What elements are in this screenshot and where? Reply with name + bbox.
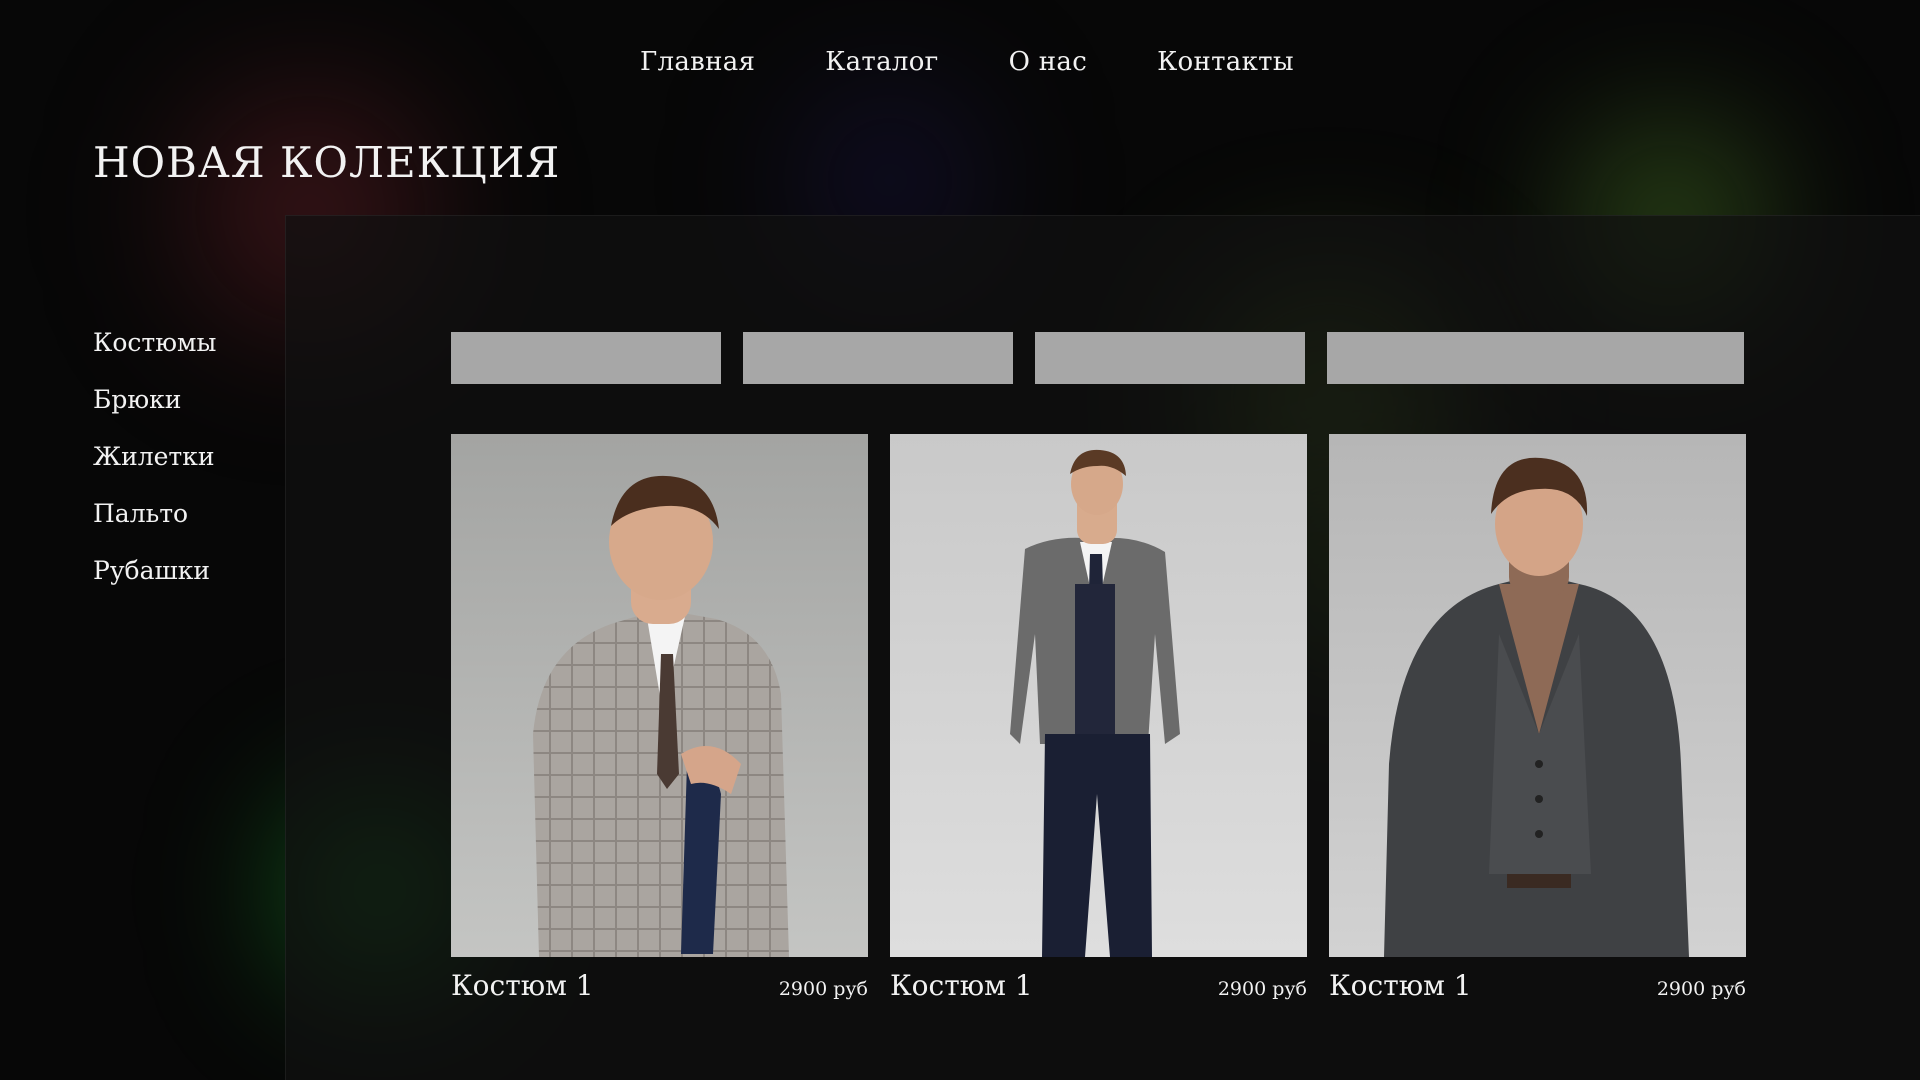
page-title: НОВАЯ КОЛЕКЦИЯ bbox=[93, 138, 561, 187]
product-name[interactable]: Костюм 1 bbox=[1329, 969, 1472, 1002]
nav-home[interactable]: Главная bbox=[640, 47, 755, 77]
product-meta: Костюм 1 2900 руб bbox=[890, 969, 1307, 1002]
sidebar-item-trousers[interactable]: Брюки bbox=[93, 385, 216, 414]
category-sidebar: Костюмы Брюки Жилетки Пальто Рубашки bbox=[93, 328, 216, 613]
product-name[interactable]: Костюм 1 bbox=[890, 969, 1033, 1002]
product-photo[interactable] bbox=[890, 434, 1307, 957]
nav-about[interactable]: О нас bbox=[1009, 47, 1087, 77]
product-grid: Костюм 1 2900 руб Костюм 1 2900 руб Кост… bbox=[451, 434, 1746, 1002]
product-name[interactable]: Костюм 1 bbox=[451, 969, 594, 1002]
filter-bar bbox=[451, 332, 1744, 384]
nav-catalog[interactable]: Каталог bbox=[825, 47, 938, 77]
nav-contacts[interactable]: Контакты bbox=[1157, 47, 1294, 77]
product-photo[interactable] bbox=[1329, 434, 1746, 957]
product-meta: Костюм 1 2900 руб bbox=[451, 969, 868, 1002]
product-price: 2900 руб bbox=[1217, 978, 1307, 1000]
man-in-light-grey-check-suit-image bbox=[451, 434, 868, 957]
sidebar-item-coats[interactable]: Пальто bbox=[93, 499, 216, 528]
man-in-dark-three-piece-suit-turtleneck-image bbox=[1329, 434, 1746, 957]
sidebar-item-shirts[interactable]: Рубашки bbox=[93, 556, 216, 585]
filter-chip[interactable] bbox=[451, 332, 721, 384]
product-meta: Костюм 1 2900 руб bbox=[1329, 969, 1746, 1002]
product-photo[interactable] bbox=[451, 434, 868, 957]
product-card[interactable]: Костюм 1 2900 руб bbox=[451, 434, 868, 1002]
top-nav: Главная Каталог О нас Контакты bbox=[640, 47, 1294, 77]
filter-chip[interactable] bbox=[1327, 332, 1744, 384]
product-price: 2900 руб bbox=[778, 978, 868, 1000]
filter-chip[interactable] bbox=[1035, 332, 1305, 384]
product-price: 2900 руб bbox=[1656, 978, 1746, 1000]
sidebar-item-suits[interactable]: Костюмы bbox=[93, 328, 216, 357]
product-card[interactable]: Костюм 1 2900 руб bbox=[1329, 434, 1746, 1002]
sidebar-item-vests[interactable]: Жилетки bbox=[93, 442, 216, 471]
man-in-grey-jacket-navy-trousers-image bbox=[890, 434, 1307, 957]
product-card[interactable]: Костюм 1 2900 руб bbox=[890, 434, 1307, 1002]
filter-chip[interactable] bbox=[743, 332, 1013, 384]
